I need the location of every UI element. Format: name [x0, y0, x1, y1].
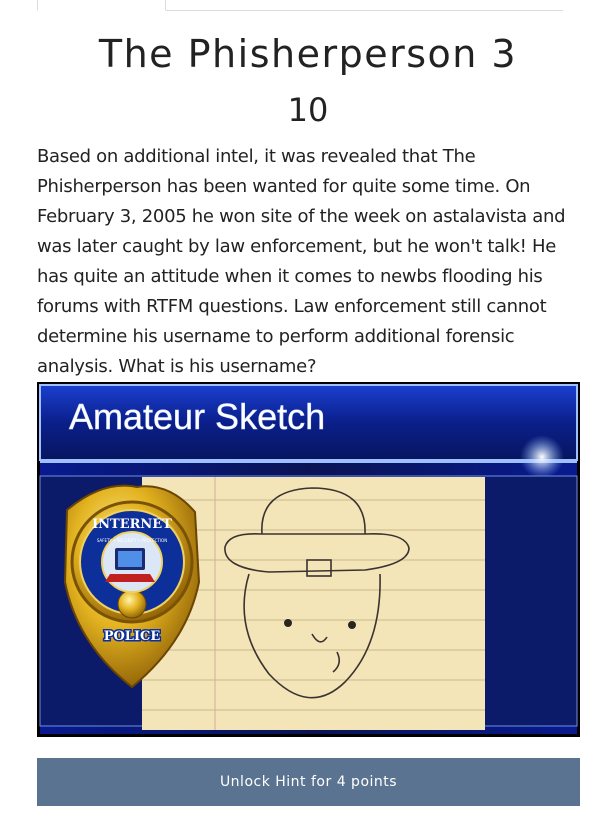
modal-tab-bar: [37, 0, 563, 11]
badge-text-ring: SAFETY • SECURITY • PROTECTION: [97, 538, 167, 543]
amateur-sketch-image: Amateur Sketch INTERNET SAFETY • SECURIT…: [37, 382, 580, 737]
badge-text-top: INTERNET: [92, 517, 172, 532]
badge-text-bottom: POLICE: [104, 629, 161, 644]
unlock-hint-button[interactable]: Unlock Hint for 4 points: [37, 758, 580, 806]
challenge-description: Based on additional intel, it was reveal…: [37, 146, 566, 377]
sketch-eye-right: [348, 621, 356, 629]
challenge-title: The Phisherperson 3: [98, 32, 518, 76]
sketch-eye-left: [284, 619, 292, 627]
tab-challenge[interactable]: [37, 0, 166, 11]
sketch-banner-text: Amateur Sketch: [69, 396, 325, 437]
challenge-points: 10: [287, 91, 329, 129]
